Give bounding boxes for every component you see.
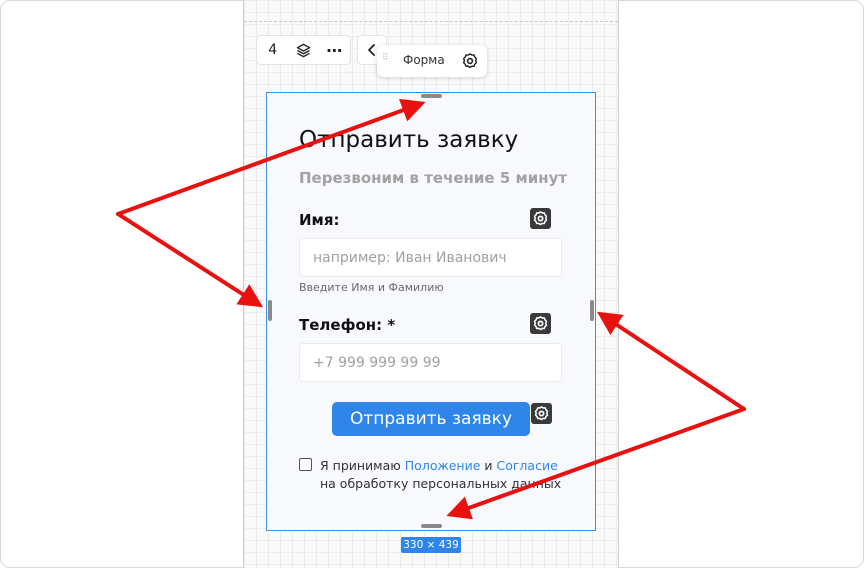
more-button[interactable]: ⋯ (320, 36, 350, 64)
name-input[interactable]: например: Иван Иванович (299, 238, 562, 277)
gear-icon (533, 211, 548, 226)
consent-prefix: Я принимаю (320, 458, 405, 473)
consent-middle: и (480, 458, 497, 473)
resize-handle-left[interactable] (268, 300, 272, 321)
consent-checkbox[interactable] (299, 458, 312, 471)
gear-icon[interactable] (462, 53, 478, 73)
phone-input-placeholder: +7 999 999 99 99 (313, 354, 441, 371)
element-chip[interactable]: ⠿ Форма (377, 45, 487, 77)
layers-button[interactable] (288, 36, 319, 64)
resize-handle-bottom[interactable] (421, 524, 442, 528)
name-field-hint: Введите Имя и Фамилию (299, 281, 444, 294)
submit-button[interactable]: Отправить заявку (332, 402, 530, 436)
gear-icon (533, 316, 548, 331)
submit-settings-button[interactable] (531, 403, 552, 424)
phone-field-label: Телефон: * (299, 316, 396, 334)
consent-suffix: на обработку персональных данных (320, 476, 562, 491)
block-toolbar: 4 ⋯ (256, 35, 351, 65)
block-number[interactable]: 4 (257, 36, 288, 64)
consent-text: Я принимаю Положение и Согласие на обраб… (320, 457, 570, 493)
name-input-placeholder: например: Иван Иванович (313, 249, 507, 266)
phone-field-settings-button[interactable] (530, 313, 551, 334)
gear-icon (534, 406, 549, 421)
section-boundary (244, 21, 618, 22)
name-field-settings-button[interactable] (530, 208, 551, 229)
size-badge: 330 × 439 (401, 537, 461, 553)
drag-handle-icon[interactable]: ⠿ (382, 54, 390, 63)
phone-input[interactable]: +7 999 999 99 99 (299, 343, 562, 382)
regulation-link[interactable]: Положение (405, 458, 481, 473)
agreement-link[interactable]: Согласие (496, 458, 557, 473)
form-title: Отправить заявку (299, 127, 519, 153)
layers-icon (297, 43, 311, 57)
element-chip-label: Форма (403, 53, 445, 67)
resize-handle-right[interactable] (590, 300, 594, 321)
name-field-label: Имя: (299, 211, 340, 229)
form-subtitle: Перезвоним в течение 5 минут (299, 169, 568, 187)
resize-handle-top[interactable] (421, 94, 442, 98)
